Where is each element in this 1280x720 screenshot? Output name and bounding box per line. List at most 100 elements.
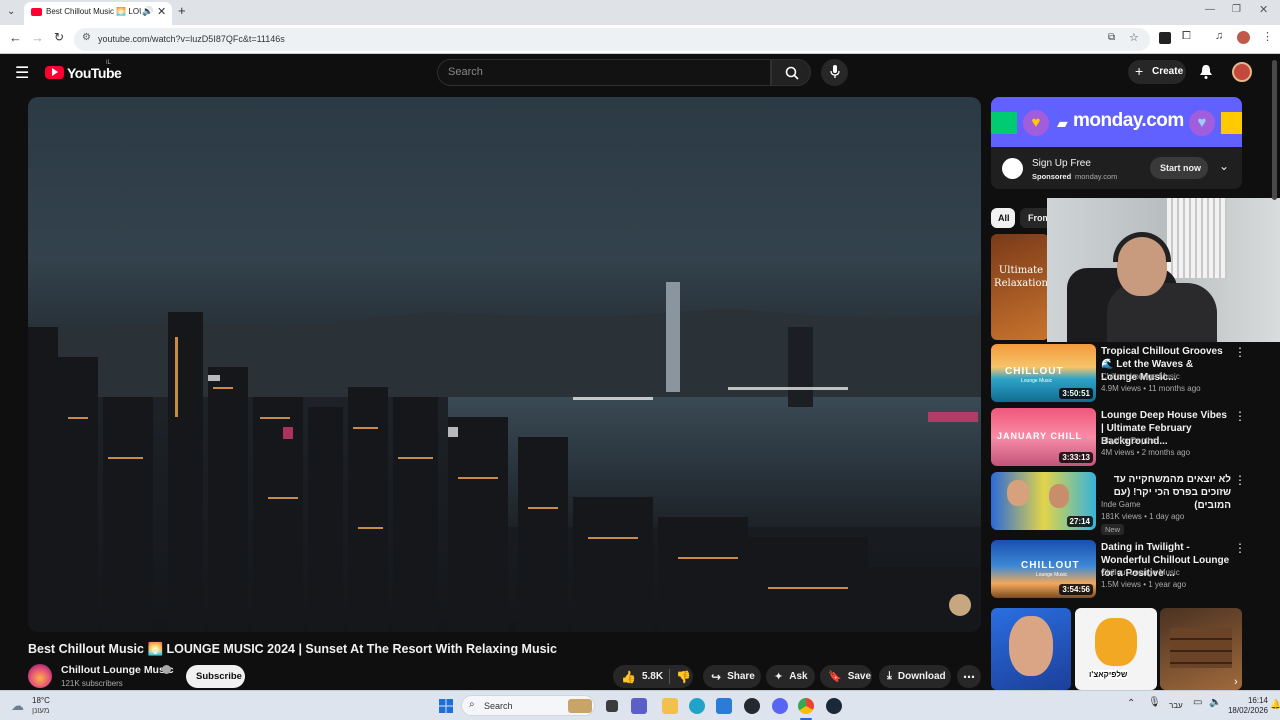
clock-date[interactable]: 18/02/2026 xyxy=(1222,706,1268,715)
browser-tab-active[interactable]: Best Chillout Music 🌅 LOU 🔊 ✕ xyxy=(24,2,172,25)
download-button[interactable]: ⤓ Download xyxy=(879,665,951,688)
rec-meta-2: 4M views • 2 months ago xyxy=(1101,448,1191,457)
window-blinds xyxy=(1167,198,1227,278)
rec-thumbnail-3[interactable]: 27:14 xyxy=(991,472,1096,530)
ad-card[interactable]: Sign Up Free Sponsored monday.com Start … xyxy=(991,147,1242,189)
create-label: Create xyxy=(1152,66,1184,77)
rec-channel-1[interactable]: Chillout Lounge Music xyxy=(1101,372,1180,381)
rec-thumbnail-4[interactable]: CHILLOUT Lounge Music 3:54:56 xyxy=(991,540,1096,598)
discord-icon[interactable] xyxy=(772,698,788,714)
search-input[interactable]: Search xyxy=(437,59,771,86)
subscribe-button[interactable]: Subscribe xyxy=(186,665,245,688)
site-info-icon[interactable]: ⚙ xyxy=(82,32,91,43)
edge-browser-icon[interactable] xyxy=(689,698,705,714)
reload-icon[interactable]: ↻ xyxy=(54,30,64,44)
tray-volume-icon[interactable]: 🔈 xyxy=(1209,697,1221,708)
task-view-icon[interactable] xyxy=(606,700,618,712)
save-button[interactable]: 🔖 Save xyxy=(820,665,872,688)
tray-mic-icon[interactable]: 🎙 xyxy=(1148,697,1161,708)
video-title: Best Chillout Music 🌅 LOUNGE MUSIC 2024 … xyxy=(28,642,557,656)
clock-time[interactable]: 16:14 xyxy=(1222,696,1268,705)
rec-thumbnail-1[interactable]: CHILLOUT Lounge Music 3:50:51 xyxy=(991,344,1096,402)
close-tab-icon[interactable]: ✕ xyxy=(157,5,166,18)
short-thumbnail-2[interactable] xyxy=(1160,608,1242,690)
close-window-icon[interactable]: ✕ xyxy=(1259,3,1268,16)
new-badge: New xyxy=(1101,524,1125,535)
browser-menu-icon[interactable]: ⋮ xyxy=(1262,30,1273,43)
search-placeholder: Search xyxy=(448,66,483,78)
ask-button[interactable]: ✦ Ask xyxy=(766,665,815,688)
short-face xyxy=(1009,616,1053,676)
rec-duration: 3:33:13 xyxy=(1059,452,1093,463)
verified-badge-icon xyxy=(162,665,171,674)
thumbs-up-icon: 👍 xyxy=(621,669,636,684)
shorts-next-chevron-icon[interactable]: › xyxy=(1234,676,1238,688)
more-actions-button[interactable]: ⋯ xyxy=(957,665,981,688)
share-button[interactable]: ↪ Share xyxy=(703,665,761,688)
rec-channel-3[interactable]: Inde Game xyxy=(1101,500,1141,509)
notifications-bell-icon[interactable] xyxy=(1199,64,1213,80)
dislike-button[interactable]: 👎 xyxy=(676,670,691,684)
extension-icon[interactable] xyxy=(1159,32,1171,44)
rec-menu-icon-2[interactable]: ⋮ xyxy=(1234,409,1246,423)
notifications-icon[interactable]: 🔔 xyxy=(1270,699,1280,710)
chip-all[interactable]: All xyxy=(991,208,1015,228)
audio-playing-icon[interactable]: 🔊 xyxy=(142,6,153,17)
bookmark-star-icon[interactable]: ☆ xyxy=(1129,31,1139,44)
page-scrollbar[interactable] xyxy=(1272,60,1277,200)
rec-channel-2[interactable]: Rhythm Depths xyxy=(1101,436,1156,445)
rec-thumb-text: CHILLOUT xyxy=(1005,366,1064,377)
short-thumbnail-0[interactable] xyxy=(991,608,1071,690)
voice-search-button[interactable] xyxy=(821,59,848,86)
teams-icon[interactable] xyxy=(631,698,647,714)
guide-menu-icon[interactable]: ☰ xyxy=(15,63,29,83)
channel-avatar[interactable] xyxy=(28,664,52,688)
account-avatar[interactable] xyxy=(1232,62,1252,82)
video-player[interactable] xyxy=(28,97,981,632)
github-desktop-icon[interactable] xyxy=(744,698,760,714)
ad-banner[interactable]: ♥ ▰ monday.com ♥ xyxy=(991,97,1242,147)
omnibox[interactable]: ⚙ youtube.com/watch?v=luzD5I87QFc&t=1114… xyxy=(74,28,1150,51)
chrome-icon[interactable] xyxy=(798,698,814,714)
heart-icon: ♥ xyxy=(1023,110,1049,136)
channel-name[interactable]: Chillout Lounge Music xyxy=(61,664,174,676)
weather-temp[interactable]: 18°C xyxy=(32,696,50,705)
media-control-icon[interactable]: ♫ xyxy=(1215,30,1223,42)
minimize-icon[interactable]: — xyxy=(1205,4,1215,15)
rec-channel-4[interactable]: Chillout Lounge Music xyxy=(1101,568,1180,577)
file-explorer-icon[interactable] xyxy=(662,698,678,714)
windows-start-icon[interactable] xyxy=(439,699,453,713)
rec-menu-icon-4[interactable]: ⋮ xyxy=(1234,541,1246,555)
ad-cta-button[interactable]: Start now xyxy=(1150,157,1208,179)
tray-chevron-icon[interactable]: ⌃ xyxy=(1127,698,1135,709)
weather-icon[interactable]: ☁ xyxy=(11,698,24,714)
search-button[interactable] xyxy=(771,59,811,86)
steam-icon[interactable] xyxy=(826,698,842,714)
rec-thumbnail-0[interactable]: Ultimate Relaxation xyxy=(991,234,1049,340)
store-icon[interactable] xyxy=(716,698,732,714)
url-text[interactable]: youtube.com/watch?v=luzD5I87QFc&t=11146s xyxy=(98,34,285,44)
input-language[interactable]: עבר xyxy=(1169,701,1183,710)
tab-list-chevron-icon[interactable]: ⌄ xyxy=(7,6,15,17)
forward-icon[interactable]: → xyxy=(31,30,44,45)
browser-tab-bar: ⌄ Best Chillout Music 🌅 LOU 🔊 ✕ + — ❐ ✕ xyxy=(0,0,1280,25)
sparkle-icon: ✦ xyxy=(774,671,784,683)
restore-icon[interactable]: ❐ xyxy=(1232,4,1241,15)
taskbar-search-box[interactable]: ⌕ Search xyxy=(461,695,595,716)
short-shelf xyxy=(1170,628,1232,668)
rec-menu-icon-3[interactable]: ⋮ xyxy=(1234,473,1246,487)
tray-monitor-icon[interactable]: ▭ xyxy=(1193,697,1202,708)
extensions-puzzle-icon[interactable]: ⧠ xyxy=(1182,30,1191,43)
profile-avatar-icon[interactable] xyxy=(1237,31,1250,44)
rec-thumbnail-2[interactable]: JANUARY CHILL 3:33:13 xyxy=(991,408,1096,466)
like-button[interactable]: 👍 5.8K xyxy=(613,670,663,684)
install-app-icon[interactable]: ⧉ xyxy=(1108,32,1115,43)
bookmark-icon: 🔖 xyxy=(828,671,842,683)
back-icon[interactable]: ← xyxy=(9,30,22,45)
new-tab-icon[interactable]: + xyxy=(178,3,186,18)
ask-label: Ask xyxy=(789,671,808,682)
rec-menu-icon-1[interactable]: ⋮ xyxy=(1234,345,1246,359)
create-button[interactable]: + Create xyxy=(1128,60,1186,84)
short-thumbnail-1[interactable]: שלפיקאצ'ו xyxy=(1075,608,1157,690)
ad-expand-chevron-icon[interactable]: ⌄ xyxy=(1219,159,1229,173)
